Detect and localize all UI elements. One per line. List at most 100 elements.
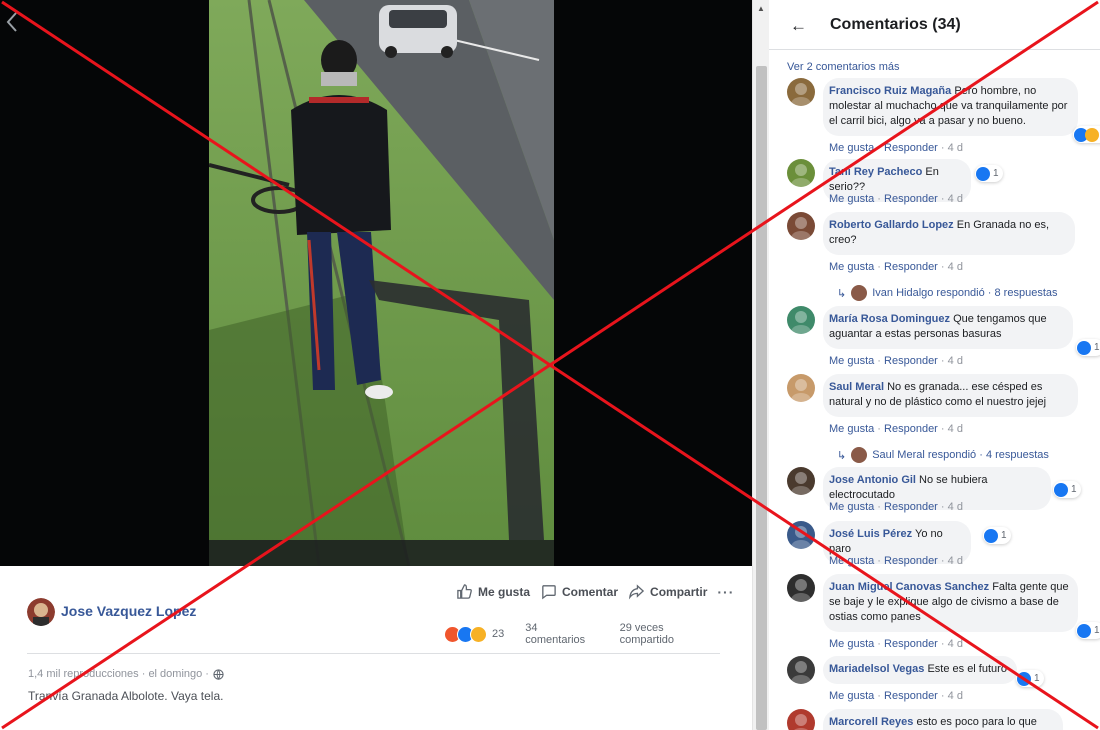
reactions-count[interactable]: 23 xyxy=(492,628,504,640)
comment-like-link[interactable]: Me gusta xyxy=(829,193,874,205)
comment-time[interactable]: 4 d xyxy=(948,501,963,513)
comment-reply-link[interactable]: Responder xyxy=(884,142,938,154)
view-more-comments-link[interactable]: Ver 2 comentarios más xyxy=(787,61,900,73)
like-reaction-icon xyxy=(1077,340,1091,355)
comment-reactions[interactable]: 1 xyxy=(1053,481,1081,498)
shares-count[interactable]: 29 veces compartido xyxy=(620,622,720,646)
video-frame[interactable] xyxy=(209,0,554,566)
scrollbar[interactable]: ▲ xyxy=(752,0,769,730)
comment-like-link[interactable]: Me gusta xyxy=(829,501,874,513)
separator: · xyxy=(874,501,885,513)
comment-reactions[interactable]: 1 xyxy=(1076,339,1100,356)
comment-actions: Me gusta · Responder · 4 d xyxy=(829,690,963,702)
comment-time[interactable]: 4 d xyxy=(948,261,963,273)
separator: · xyxy=(937,690,948,702)
avatar[interactable] xyxy=(787,159,815,187)
avatar[interactable] xyxy=(27,598,55,626)
separator: · xyxy=(874,355,885,367)
comment-actions: Me gusta · Responder · 4 d xyxy=(829,142,963,154)
comment-time[interactable]: 4 d xyxy=(948,555,963,567)
post-caption: Tranvía Granada Albolote. Vaya tela. xyxy=(28,689,224,703)
like-button[interactable]: Me gusta xyxy=(456,583,530,600)
comment-reactions[interactable]: 2 xyxy=(1073,126,1100,143)
comment-author[interactable]: Jose Antonio Gil xyxy=(829,474,916,486)
avatar xyxy=(851,447,868,463)
reactions-summary[interactable] xyxy=(444,625,487,643)
comment-actions: Me gusta · Responder · 4 d xyxy=(829,501,963,513)
back-arrow-icon[interactable]: ← xyxy=(790,16,807,36)
comment-time[interactable]: 4 d xyxy=(948,690,963,702)
comment-label: Comentar xyxy=(562,584,619,599)
more-options-icon[interactable]: ··· xyxy=(717,584,734,600)
post-meta: 1,4 mil reproducciones · el domingo · xyxy=(28,668,224,680)
avatar[interactable] xyxy=(787,306,815,334)
comment-author[interactable]: Francisco Ruiz Magaña xyxy=(829,85,951,97)
comment-reactions[interactable]: 1 xyxy=(1076,622,1100,639)
comment-like-link[interactable]: Me gusta xyxy=(829,261,874,273)
avatar[interactable] xyxy=(787,212,815,240)
scroll-thumb[interactable] xyxy=(756,66,767,730)
avatar[interactable] xyxy=(787,374,815,402)
comment-like-link[interactable]: Me gusta xyxy=(829,638,874,650)
comment-like-link[interactable]: Me gusta xyxy=(829,142,874,154)
comment-bubble: Francisco Ruiz Magaña Pero hombre, no mo… xyxy=(823,78,1078,136)
separator: · xyxy=(874,555,885,567)
avatar[interactable] xyxy=(787,521,815,549)
separator: · xyxy=(874,142,885,154)
comment-reply-link[interactable]: Responder xyxy=(884,423,938,435)
avatar[interactable] xyxy=(787,78,815,106)
comment-author[interactable]: Mariadelsol Vegas xyxy=(829,663,924,675)
comment-time[interactable]: 4 d xyxy=(948,355,963,367)
separator: · xyxy=(937,423,948,435)
comment-reactions[interactable]: 1 xyxy=(983,527,1011,544)
comments-title: Comentarios (34) xyxy=(830,16,961,33)
comment-like-link[interactable]: Me gusta xyxy=(829,555,874,567)
separator: · xyxy=(937,355,948,367)
comment-author[interactable]: Roberto Gallardo Lopez xyxy=(829,219,954,231)
replies-link[interactable]: ↳ Ivan Hidalgo respondió · 8 respuestas xyxy=(837,285,1058,301)
video-player[interactable] xyxy=(0,0,752,566)
chevron-left-icon[interactable] xyxy=(4,10,20,34)
comment-time[interactable]: 4 d xyxy=(948,142,963,154)
comment-reactions[interactable]: 1 xyxy=(975,165,1003,182)
comments-panel: ← Comentarios (34) Ver 2 comentarios más… xyxy=(769,0,1100,730)
comment-button[interactable]: Comentar xyxy=(540,583,618,600)
comment-reply-link[interactable]: Responder xyxy=(884,638,938,650)
comment-author[interactable]: Saul Meral xyxy=(829,381,884,393)
comment-reply-link[interactable]: Responder xyxy=(884,261,938,273)
avatar[interactable] xyxy=(787,467,815,495)
replies-link[interactable]: ↳ Saul Meral respondió · 4 respuestas xyxy=(837,447,1049,463)
comment-time[interactable]: 4 d xyxy=(948,193,963,205)
comment-reactions[interactable]: 1 xyxy=(1016,670,1044,687)
comment-author[interactable]: José Luis Pérez xyxy=(829,528,912,540)
comment-author[interactable]: Juan Miguel Canovas Sanchez xyxy=(829,581,989,593)
avatar[interactable] xyxy=(787,656,815,684)
comment-bubble: Marcorell Reyes esto es poco para lo que… xyxy=(823,709,1063,730)
share-button[interactable]: Compartir xyxy=(628,583,707,600)
comment-time[interactable]: 4 d xyxy=(948,423,963,435)
comment-reply-link[interactable]: Responder xyxy=(884,690,938,702)
comment-reply-link[interactable]: Responder xyxy=(884,555,938,567)
reply-arrow-icon: ↳ xyxy=(837,449,847,462)
comment-reply-link[interactable]: Responder xyxy=(884,501,938,513)
comments-count[interactable]: 34 comentarios xyxy=(525,622,599,646)
comment-author[interactable]: Marcorell Reyes xyxy=(829,716,913,728)
comment-like-link[interactable]: Me gusta xyxy=(829,423,874,435)
avatar[interactable] xyxy=(787,709,815,730)
separator: · xyxy=(874,638,885,650)
globe-icon xyxy=(213,668,224,680)
comment-reply-link[interactable]: Responder xyxy=(884,355,938,367)
comment-like-link[interactable]: Me gusta xyxy=(829,690,874,702)
app-window: Jose Vazquez Lopez Me gusta Comentar Com… xyxy=(0,0,1100,730)
comment-reply-link[interactable]: Responder xyxy=(884,193,938,205)
separator: · xyxy=(937,501,948,513)
comment-time[interactable]: 4 d xyxy=(948,638,963,650)
scroll-up-icon[interactable]: ▲ xyxy=(757,4,765,13)
avatar[interactable] xyxy=(787,574,815,602)
comment-author[interactable]: Tani Rey Pacheco xyxy=(829,166,922,178)
poster-name[interactable]: Jose Vazquez Lopez xyxy=(61,603,196,619)
comment-author[interactable]: María Rosa Dominguez xyxy=(829,313,950,325)
separator: · xyxy=(874,690,885,702)
comment-text: Este es el futuro xyxy=(924,663,1007,675)
comment-like-link[interactable]: Me gusta xyxy=(829,355,874,367)
